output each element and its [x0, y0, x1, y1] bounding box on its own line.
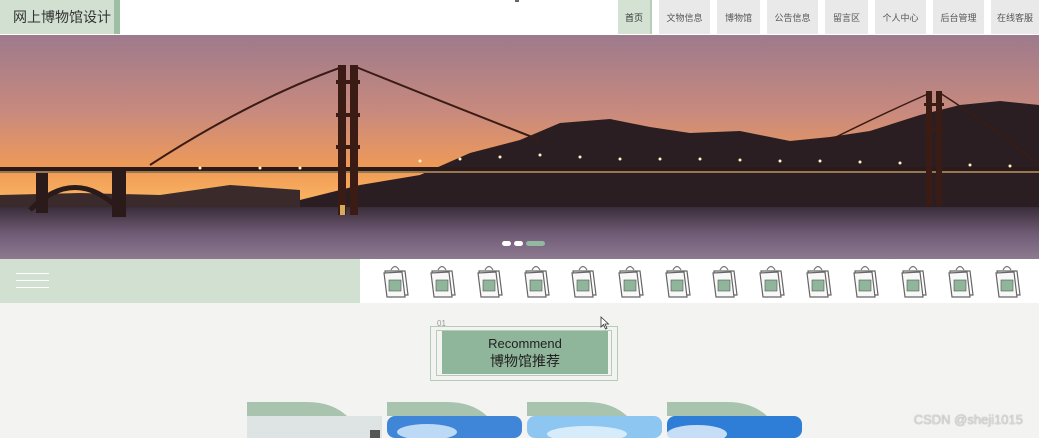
bag-icon[interactable] [899, 264, 928, 298]
bag-icon[interactable] [522, 264, 551, 298]
banner-image [0, 35, 1039, 259]
nav-announcements[interactable]: 公告信息 [767, 0, 818, 34]
museum-card[interactable] [527, 402, 662, 438]
bag-icon[interactable] [851, 264, 880, 298]
bag-icon[interactable] [757, 264, 786, 298]
nav-relics[interactable]: 文物信息 [659, 0, 710, 34]
carousel-dot-3[interactable] [526, 241, 545, 246]
museum-card[interactable] [247, 402, 382, 438]
carousel-indicators [502, 241, 545, 246]
site-logo[interactable]: 网上博物馆设计 [0, 0, 120, 34]
nav-personal-center[interactable]: 个人中心 [875, 0, 926, 34]
nav-admin[interactable]: 后台管理 [933, 0, 984, 34]
bag-icon[interactable] [663, 264, 692, 298]
carousel-dot-1[interactable] [502, 241, 511, 246]
museum-card[interactable] [387, 402, 522, 438]
section-title-en: Recommend [488, 336, 562, 351]
nav-museum[interactable]: 博物馆 [717, 0, 760, 34]
bag-icon[interactable] [381, 264, 410, 298]
section-title: Recommend 博物馆推荐 [442, 331, 608, 374]
bag-icon[interactable] [993, 264, 1022, 298]
header: 网上博物馆设计 首页 文物信息 博物馆 公告信息 留言区 个人中心 后台管理 在… [0, 0, 1039, 35]
bag-icon[interactable] [946, 264, 975, 298]
text-cursor-mark [515, 0, 519, 2]
category-strip [0, 259, 1039, 303]
bag-icon[interactable] [710, 264, 739, 298]
bag-icon[interactable] [804, 264, 833, 298]
bag-icon[interactable] [428, 264, 457, 298]
watermark: CSDN @sheji1015 [913, 412, 1023, 427]
hamburger-menu-icon[interactable] [16, 273, 49, 289]
nav-online-service[interactable]: 在线客服 [991, 0, 1039, 34]
carousel-dot-2[interactable] [514, 241, 523, 246]
main-nav: 首页 文物信息 博物馆 公告信息 留言区 个人中心 后台管理 在线客服 [618, 0, 1039, 34]
banner-carousel[interactable] [0, 35, 1039, 259]
bag-icon[interactable] [569, 264, 598, 298]
museum-card-image [527, 402, 662, 438]
museum-card-image [387, 402, 522, 438]
nav-home[interactable]: 首页 [618, 0, 652, 34]
bag-icon[interactable] [616, 264, 645, 298]
mouse-pointer-icon [600, 316, 610, 330]
site-title: 网上博物馆设计 [13, 9, 111, 25]
museum-card-image [247, 402, 382, 438]
category-menu-box [0, 259, 360, 303]
section-title-cn: 博物馆推荐 [490, 353, 560, 369]
category-icons [381, 264, 1022, 298]
museum-card-image [667, 402, 802, 438]
nav-messages[interactable]: 留言区 [825, 0, 868, 34]
museum-card[interactable] [667, 402, 802, 438]
bag-icon[interactable] [475, 264, 504, 298]
